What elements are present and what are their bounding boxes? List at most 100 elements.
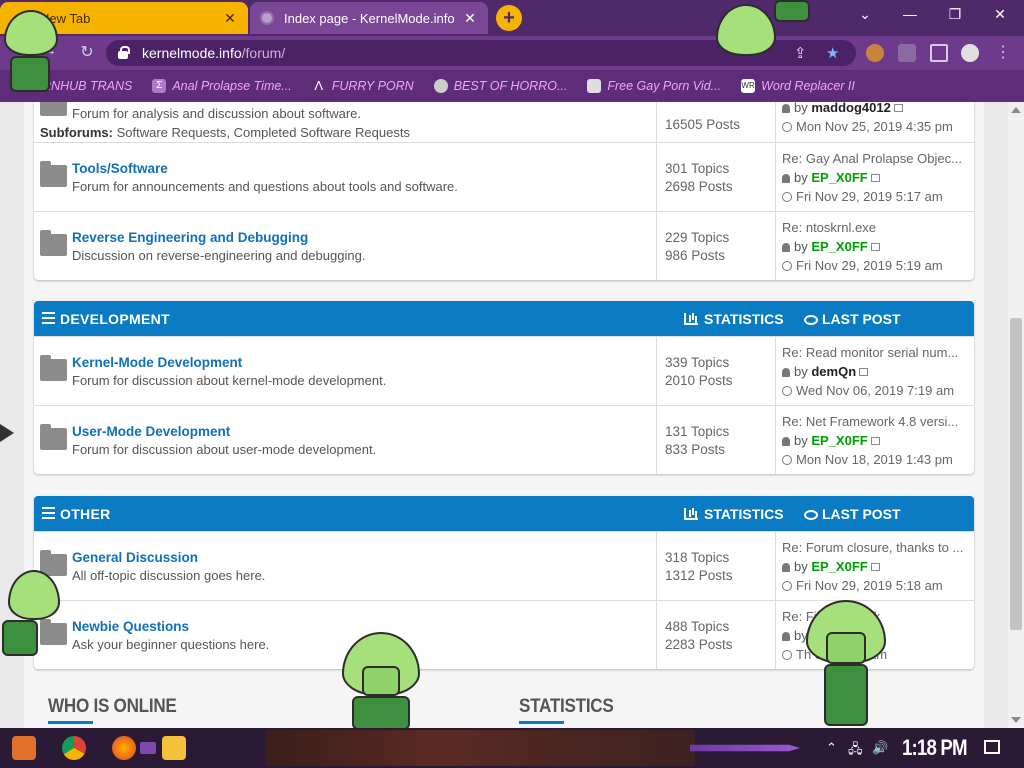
posts-count: 986 Posts: [665, 248, 726, 263]
volume-icon[interactable]: 🔊: [872, 740, 888, 756]
new-tab-button[interactable]: +: [496, 5, 522, 31]
page-scrollbar[interactable]: [1008, 102, 1024, 728]
last-post-title[interactable]: Re: Gay Anal Prolapse Objec...: [782, 149, 974, 168]
forum-title-link[interactable]: Newbie Questions: [72, 619, 189, 634]
category-title[interactable]: DEVELOPMENT: [60, 311, 170, 327]
firefox-icon[interactable]: [112, 736, 136, 760]
last-post-title[interactable]: Re: Fil eCallback: [782, 607, 974, 626]
forum-title-link[interactable]: Reverse Engineering and Debugging: [72, 230, 308, 245]
tab-kernelmode[interactable]: Index page - KernelMode.info ✕: [250, 2, 488, 34]
goto-post-icon[interactable]: [870, 437, 880, 445]
extensions-icon[interactable]: [898, 44, 916, 62]
by-label: by: [794, 102, 808, 115]
last-post: by maddog4012 Mon Nov 25, 2019 4:35 pm: [782, 102, 974, 142]
bookmark-item[interactable]: WR Word Replacer II: [741, 79, 855, 93]
chrome-icon[interactable]: [62, 736, 86, 760]
forum-description: All off-topic discussion goes here.: [72, 568, 266, 583]
forum-row[interactable]: User-Mode Development Forum for discussi…: [34, 405, 974, 474]
bookmark-label: PORNHUB TRANS: [24, 79, 133, 93]
chat-icon: [804, 510, 818, 520]
goto-post-icon[interactable]: [870, 243, 880, 251]
statistics-header: STATISTICS: [684, 506, 784, 522]
tray-chevron-icon[interactable]: ⌃: [826, 740, 837, 756]
user-icon: [782, 243, 790, 252]
forum-title-link[interactable]: User-Mode Development: [72, 424, 230, 439]
last-post-title[interactable]: Re: Net Framework 4.8 versi...: [782, 412, 974, 431]
address-bar[interactable]: kernelmode.info /forum/ ⇪ ★: [106, 40, 856, 66]
clock-icon: [782, 581, 792, 591]
scroll-up-icon[interactable]: [1011, 107, 1021, 113]
file-explorer-icon[interactable]: [162, 736, 186, 760]
forum-row[interactable]: Kernel-Mode Development Forum for discus…: [34, 336, 974, 405]
last-post-user[interactable]: EP_X0FF: [811, 239, 867, 254]
last-post-user[interactable]: maddog4012: [811, 102, 890, 115]
last-post-user[interactable]: EP_X0FF: [811, 170, 867, 185]
scroll-down-icon[interactable]: [1011, 717, 1021, 723]
last-post-title[interactable]: Re: ntoskrnl.exe: [782, 218, 974, 237]
by-label: by: [794, 559, 808, 574]
folder-icon: [40, 102, 67, 116]
taskbar-clock[interactable]: 1:18 PM: [902, 735, 968, 761]
forum-title-link[interactable]: Kernel-Mode Development: [72, 355, 242, 370]
goto-post-icon[interactable]: [859, 368, 869, 376]
menu-icon[interactable]: ⋮: [992, 42, 1014, 62]
close-icon[interactable]: ✕: [462, 10, 478, 27]
topics-count: 318 Topics: [665, 550, 730, 565]
network-icon[interactable]: 🖧: [848, 740, 863, 762]
bookmark-item[interactable]: BEST OF HORRO...: [433, 79, 567, 93]
start-button-icon[interactable]: [12, 736, 36, 760]
bar-chart-icon: [684, 508, 698, 520]
forum-row[interactable]: General Discussion All off-topic discuss…: [34, 531, 974, 600]
by-label: by: [794, 433, 808, 448]
subforums-links[interactable]: Software Requests, Completed Software Re…: [117, 125, 410, 140]
notifications-icon[interactable]: [984, 740, 1000, 754]
forum-row[interactable]: Newbie Questions Ask your beginner quest…: [34, 600, 974, 669]
clock-icon: [782, 386, 792, 396]
forum-title-link[interactable]: Tools/Software: [72, 161, 168, 176]
close-icon[interactable]: ✕: [222, 10, 238, 27]
restore-icon[interactable]: ❐: [940, 6, 970, 23]
forum-description: Forum for discussion about user-mode dev…: [72, 442, 377, 457]
close-window-icon[interactable]: ✕: [985, 6, 1015, 23]
bookmark-item[interactable]: PORNHUB TRANS: [24, 79, 132, 93]
goto-post-icon[interactable]: [870, 563, 880, 571]
app-icon[interactable]: [140, 742, 156, 754]
by-label: by: [794, 170, 808, 185]
sidebar-icon[interactable]: [930, 44, 948, 62]
account-icon[interactable]: [961, 44, 979, 62]
goto-post-icon[interactable]: [870, 174, 880, 182]
mouse-cursor-icon: [0, 424, 14, 442]
share-icon[interactable]: ⇪: [794, 44, 807, 62]
tab-new-tab[interactable]: New Tab ✕: [0, 2, 248, 34]
bookmark-item[interactable]: Λ FURRY PORN: [312, 79, 413, 94]
last-post-user[interactable]: demQn: [811, 364, 856, 379]
by-label: by: [794, 628, 808, 643]
forward-icon[interactable]: →: [38, 42, 60, 60]
last-post-user[interactable]: EP_X0FF: [811, 433, 867, 448]
chevron-down-icon[interactable]: ⌄: [850, 6, 880, 23]
forum-title-link[interactable]: General Discussion: [72, 550, 198, 565]
minimize-icon[interactable]: —: [895, 6, 925, 22]
forum-category-other: OTHER STATISTICS LAST POST General Discu…: [34, 496, 974, 669]
forum-row[interactable]: Reverse Engineering and Debugging Discus…: [34, 211, 974, 280]
taskbar-decoration: [690, 744, 800, 752]
category-title[interactable]: OTHER: [60, 506, 111, 522]
last-post-date: Th 019 6:33 am: [796, 647, 888, 662]
user-icon: [782, 174, 790, 183]
forum-row[interactable]: Forum for analysis and discussion about …: [34, 102, 974, 142]
reload-icon[interactable]: ↻: [76, 42, 98, 62]
goto-post-icon[interactable]: [893, 104, 903, 112]
forum-stats: 16505 Posts: [656, 102, 776, 142]
forum-page: Forum for analysis and discussion about …: [24, 102, 984, 728]
by-label: by: [794, 364, 808, 379]
last-post-user[interactable]: EP_X0FF: [811, 559, 867, 574]
scroll-thumb[interactable]: [1010, 318, 1022, 630]
last-post-title[interactable]: Re: Forum closure, thanks to ...: [782, 538, 974, 557]
star-icon[interactable]: ★: [826, 44, 839, 62]
bookmark-item[interactable]: Free Gay Porn Vid...: [587, 79, 721, 93]
last-post-title[interactable]: Re: Read monitor serial num...: [782, 343, 974, 362]
forum-row[interactable]: Tools/Software Forum for announcements a…: [34, 142, 974, 211]
bookmark-item[interactable]: Σ Anal Prolapse Time...: [152, 79, 292, 93]
bookmark-label: Word Replacer II: [761, 79, 855, 93]
profile-extension-icon[interactable]: [866, 44, 884, 62]
